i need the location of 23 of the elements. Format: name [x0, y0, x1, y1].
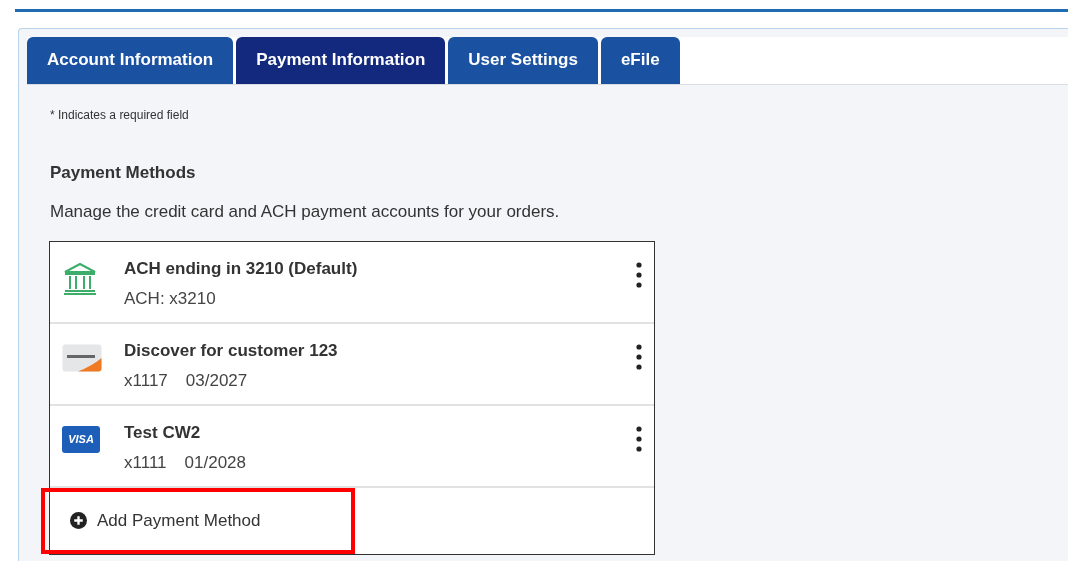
payment-method-detail: ACH: x3210: [124, 288, 216, 310]
discover-card-icon: [62, 343, 102, 372]
tab[interactable]: eFile: [600, 37, 680, 84]
required-field-note: * Indicates a required field: [50, 106, 190, 124]
payment-method-detail: x1117: [124, 370, 168, 392]
tab[interactable]: Account Information: [27, 37, 234, 84]
payment-method-title: ACH ending in 3210 (Default): [124, 257, 358, 280]
more-options-icon[interactable]: [636, 425, 642, 452]
tab[interactable]: User Settings: [448, 37, 598, 84]
add-payment-method-button[interactable]: Add Payment Method: [70, 507, 261, 534]
payment-method-detail: 03/2027: [185, 370, 248, 392]
payment-method-title: Discover for customer 123: [124, 339, 338, 362]
payment-method-detail: 01/2028: [184, 452, 246, 474]
section-description: Manage the credit card and ACH payment accounts for your orders.: [50, 201, 561, 223]
more-options-icon[interactable]: [636, 261, 642, 288]
section-title: Payment Methods: [50, 161, 197, 184]
payment-method-title: Test CW2: [124, 421, 202, 444]
tab[interactable]: Payment Information: [236, 37, 446, 84]
bank-icon: [62, 261, 98, 296]
visa-card-icon: VISA: [62, 425, 100, 453]
payment-method-detail: x1111: [124, 452, 167, 474]
add-icon: [70, 512, 87, 529]
more-options-icon[interactable]: [636, 343, 642, 370]
